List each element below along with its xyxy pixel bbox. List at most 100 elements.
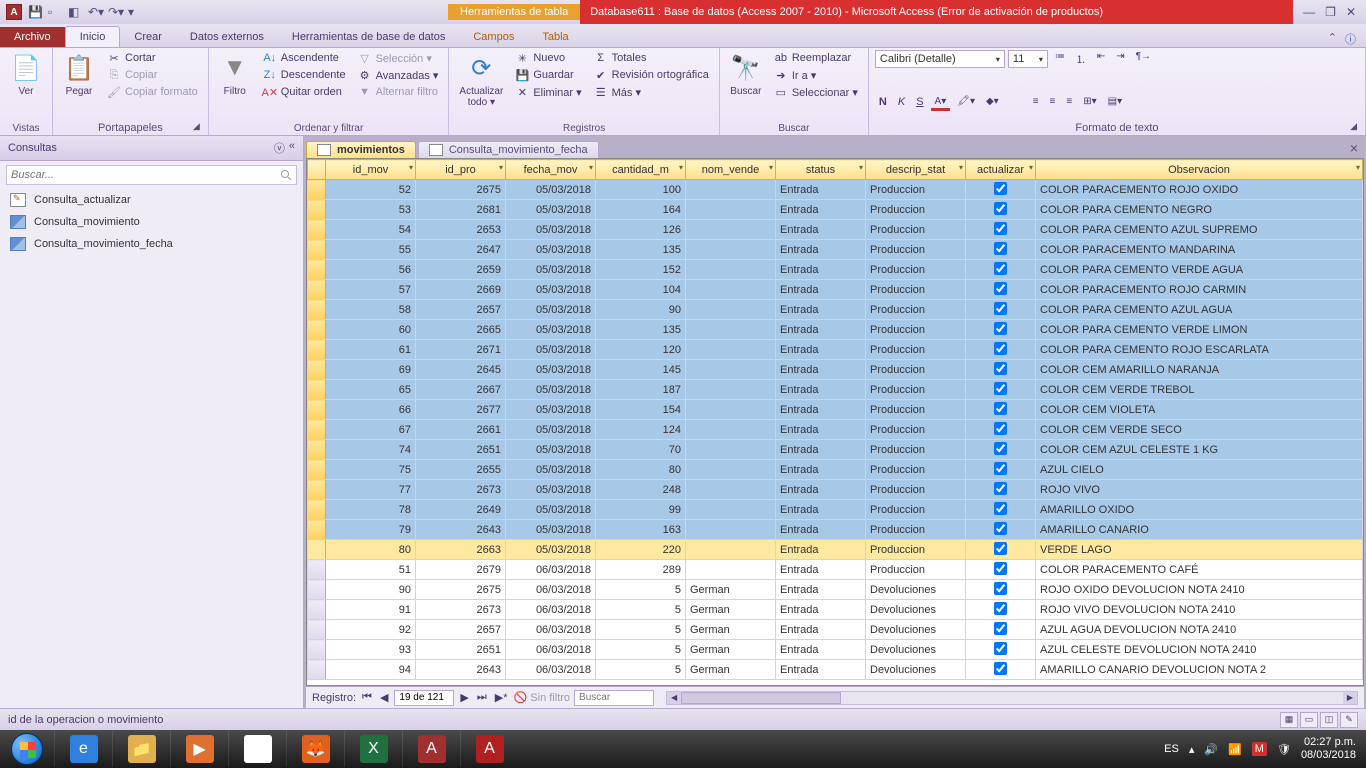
actualizar-checkbox[interactable] [994, 622, 1007, 635]
cell[interactable]: Entrada [776, 660, 866, 680]
column-header[interactable]: descrip_stat▾ [866, 160, 966, 180]
cell[interactable]: 60 [326, 320, 416, 340]
cell[interactable] [966, 420, 1036, 440]
cell[interactable] [686, 500, 776, 520]
ver-button[interactable]: 📄 Ver [6, 50, 46, 99]
column-dropdown-icon[interactable]: ▾ [859, 163, 863, 172]
scroll-left-button[interactable]: ◀ [667, 692, 681, 704]
copiar-button[interactable]: ⎘Copiar [103, 67, 202, 83]
column-header[interactable]: actualizar▾ [966, 160, 1036, 180]
fill-color-icon[interactable]: ◆▾ [982, 95, 1003, 108]
cell[interactable]: Produccion [866, 460, 966, 480]
table-row[interactable]: 91267306/03/20185GermanEntradaDevolucion… [308, 600, 1363, 620]
cell[interactable]: 248 [596, 480, 686, 500]
cell[interactable]: 06/03/2018 [506, 640, 596, 660]
cell[interactable]: COLOR PARA CEMENTO AZUL SUPREMO [1036, 220, 1363, 240]
cell[interactable]: 91 [326, 600, 416, 620]
cell[interactable]: 2663 [416, 540, 506, 560]
record-search-input[interactable] [574, 690, 654, 706]
cell[interactable]: Entrada [776, 500, 866, 520]
taskbar-access[interactable]: A [402, 731, 460, 767]
descendente-button[interactable]: Z↓Descendente [259, 67, 350, 83]
cell[interactable]: 69 [326, 360, 416, 380]
cell[interactable] [686, 280, 776, 300]
actualizar-checkbox[interactable] [994, 362, 1007, 375]
cell[interactable]: 57 [326, 280, 416, 300]
cell[interactable] [308, 220, 326, 240]
cell[interactable]: 2653 [416, 220, 506, 240]
nav-collapse-icon[interactable]: « [289, 140, 295, 156]
cell[interactable]: 120 [596, 340, 686, 360]
cell[interactable]: 124 [596, 420, 686, 440]
cell[interactable]: Produccion [866, 420, 966, 440]
cell[interactable]: 05/03/2018 [506, 480, 596, 500]
new-record-nav-button[interactable]: ▶* [493, 691, 510, 704]
cell[interactable]: 5 [596, 660, 686, 680]
cell[interactable]: Entrada [776, 420, 866, 440]
cell[interactable]: COLOR PARACEMENTO MANDARINA [1036, 240, 1363, 260]
actualizar-checkbox[interactable] [994, 522, 1007, 535]
actualizar-checkbox[interactable] [994, 562, 1007, 575]
actualizar-checkbox[interactable] [994, 422, 1007, 435]
bullets-icon[interactable]: ≔ [1051, 50, 1069, 63]
cell[interactable]: 5 [596, 580, 686, 600]
column-header[interactable]: status▾ [776, 160, 866, 180]
actualizar-checkbox[interactable] [994, 402, 1007, 415]
cell[interactable]: 06/03/2018 [506, 620, 596, 640]
seleccionar-button[interactable]: ▭Seleccionar ▾ [770, 84, 862, 100]
cell[interactable]: Produccion [866, 240, 966, 260]
cell[interactable] [966, 260, 1036, 280]
cell[interactable]: Entrada [776, 380, 866, 400]
column-header[interactable]: Observacion▾ [1036, 160, 1363, 180]
cell[interactable] [686, 380, 776, 400]
cell[interactable]: 92 [326, 620, 416, 640]
buscar-button[interactable]: 🔭 Buscar [726, 50, 766, 99]
cell[interactable]: Devoluciones [866, 660, 966, 680]
scroll-right-button[interactable]: ▶ [1343, 692, 1357, 704]
cell[interactable] [966, 620, 1036, 640]
cell[interactable] [966, 180, 1036, 200]
cell[interactable]: Entrada [776, 440, 866, 460]
cell[interactable]: 2677 [416, 400, 506, 420]
cell[interactable] [966, 660, 1036, 680]
scroll-thumb[interactable] [681, 692, 841, 704]
shield-icon[interactable]: 🛡 [1277, 743, 1291, 756]
prev-record-button[interactable]: ◀ [378, 691, 390, 704]
cell[interactable]: 5 [596, 620, 686, 640]
cell[interactable]: 126 [596, 220, 686, 240]
cell[interactable]: AMARILLO OXIDO [1036, 500, 1363, 520]
table-row[interactable]: 51267906/03/2018289EntradaProduccionCOLO… [308, 560, 1363, 580]
cell[interactable] [966, 500, 1036, 520]
cell[interactable]: 06/03/2018 [506, 580, 596, 600]
cell[interactable] [966, 540, 1036, 560]
cell[interactable] [686, 480, 776, 500]
alt-row-color-icon[interactable]: ▤▾ [1104, 95, 1126, 108]
cell[interactable]: COLOR CEM VERDE SECO [1036, 420, 1363, 440]
table-row[interactable]: 90267506/03/20185GermanEntradaDevolucion… [308, 580, 1363, 600]
cell[interactable] [686, 200, 776, 220]
align-right-icon[interactable]: ≡ [1062, 95, 1076, 108]
table-row[interactable]: 69264505/03/2018145EntradaProduccionCOLO… [308, 360, 1363, 380]
actualizar-checkbox[interactable] [994, 342, 1007, 355]
cell[interactable]: 66 [326, 400, 416, 420]
horizontal-scrollbar[interactable]: ◀ ▶ [666, 691, 1358, 705]
cell[interactable] [308, 420, 326, 440]
column-dropdown-icon[interactable]: ▾ [499, 163, 503, 172]
cell[interactable]: Entrada [776, 240, 866, 260]
cell[interactable]: 135 [596, 320, 686, 340]
taskbar-firefox[interactable]: 🦊 [286, 731, 344, 767]
cell[interactable]: COLOR CEM VIOLETA [1036, 400, 1363, 420]
cell[interactable] [686, 540, 776, 560]
cell[interactable] [966, 340, 1036, 360]
cell[interactable]: 61 [326, 340, 416, 360]
cell[interactable]: 06/03/2018 [506, 560, 596, 580]
cell[interactable]: German [686, 620, 776, 640]
underline-icon[interactable]: S [912, 95, 927, 109]
cell[interactable]: 2643 [416, 660, 506, 680]
cell[interactable]: Entrada [776, 180, 866, 200]
cell[interactable]: Entrada [776, 600, 866, 620]
cell[interactable]: AZUL CIELO [1036, 460, 1363, 480]
cell[interactable]: 77 [326, 480, 416, 500]
cell[interactable] [686, 400, 776, 420]
table-row[interactable]: 79264305/03/2018163EntradaProduccionAMAR… [308, 520, 1363, 540]
